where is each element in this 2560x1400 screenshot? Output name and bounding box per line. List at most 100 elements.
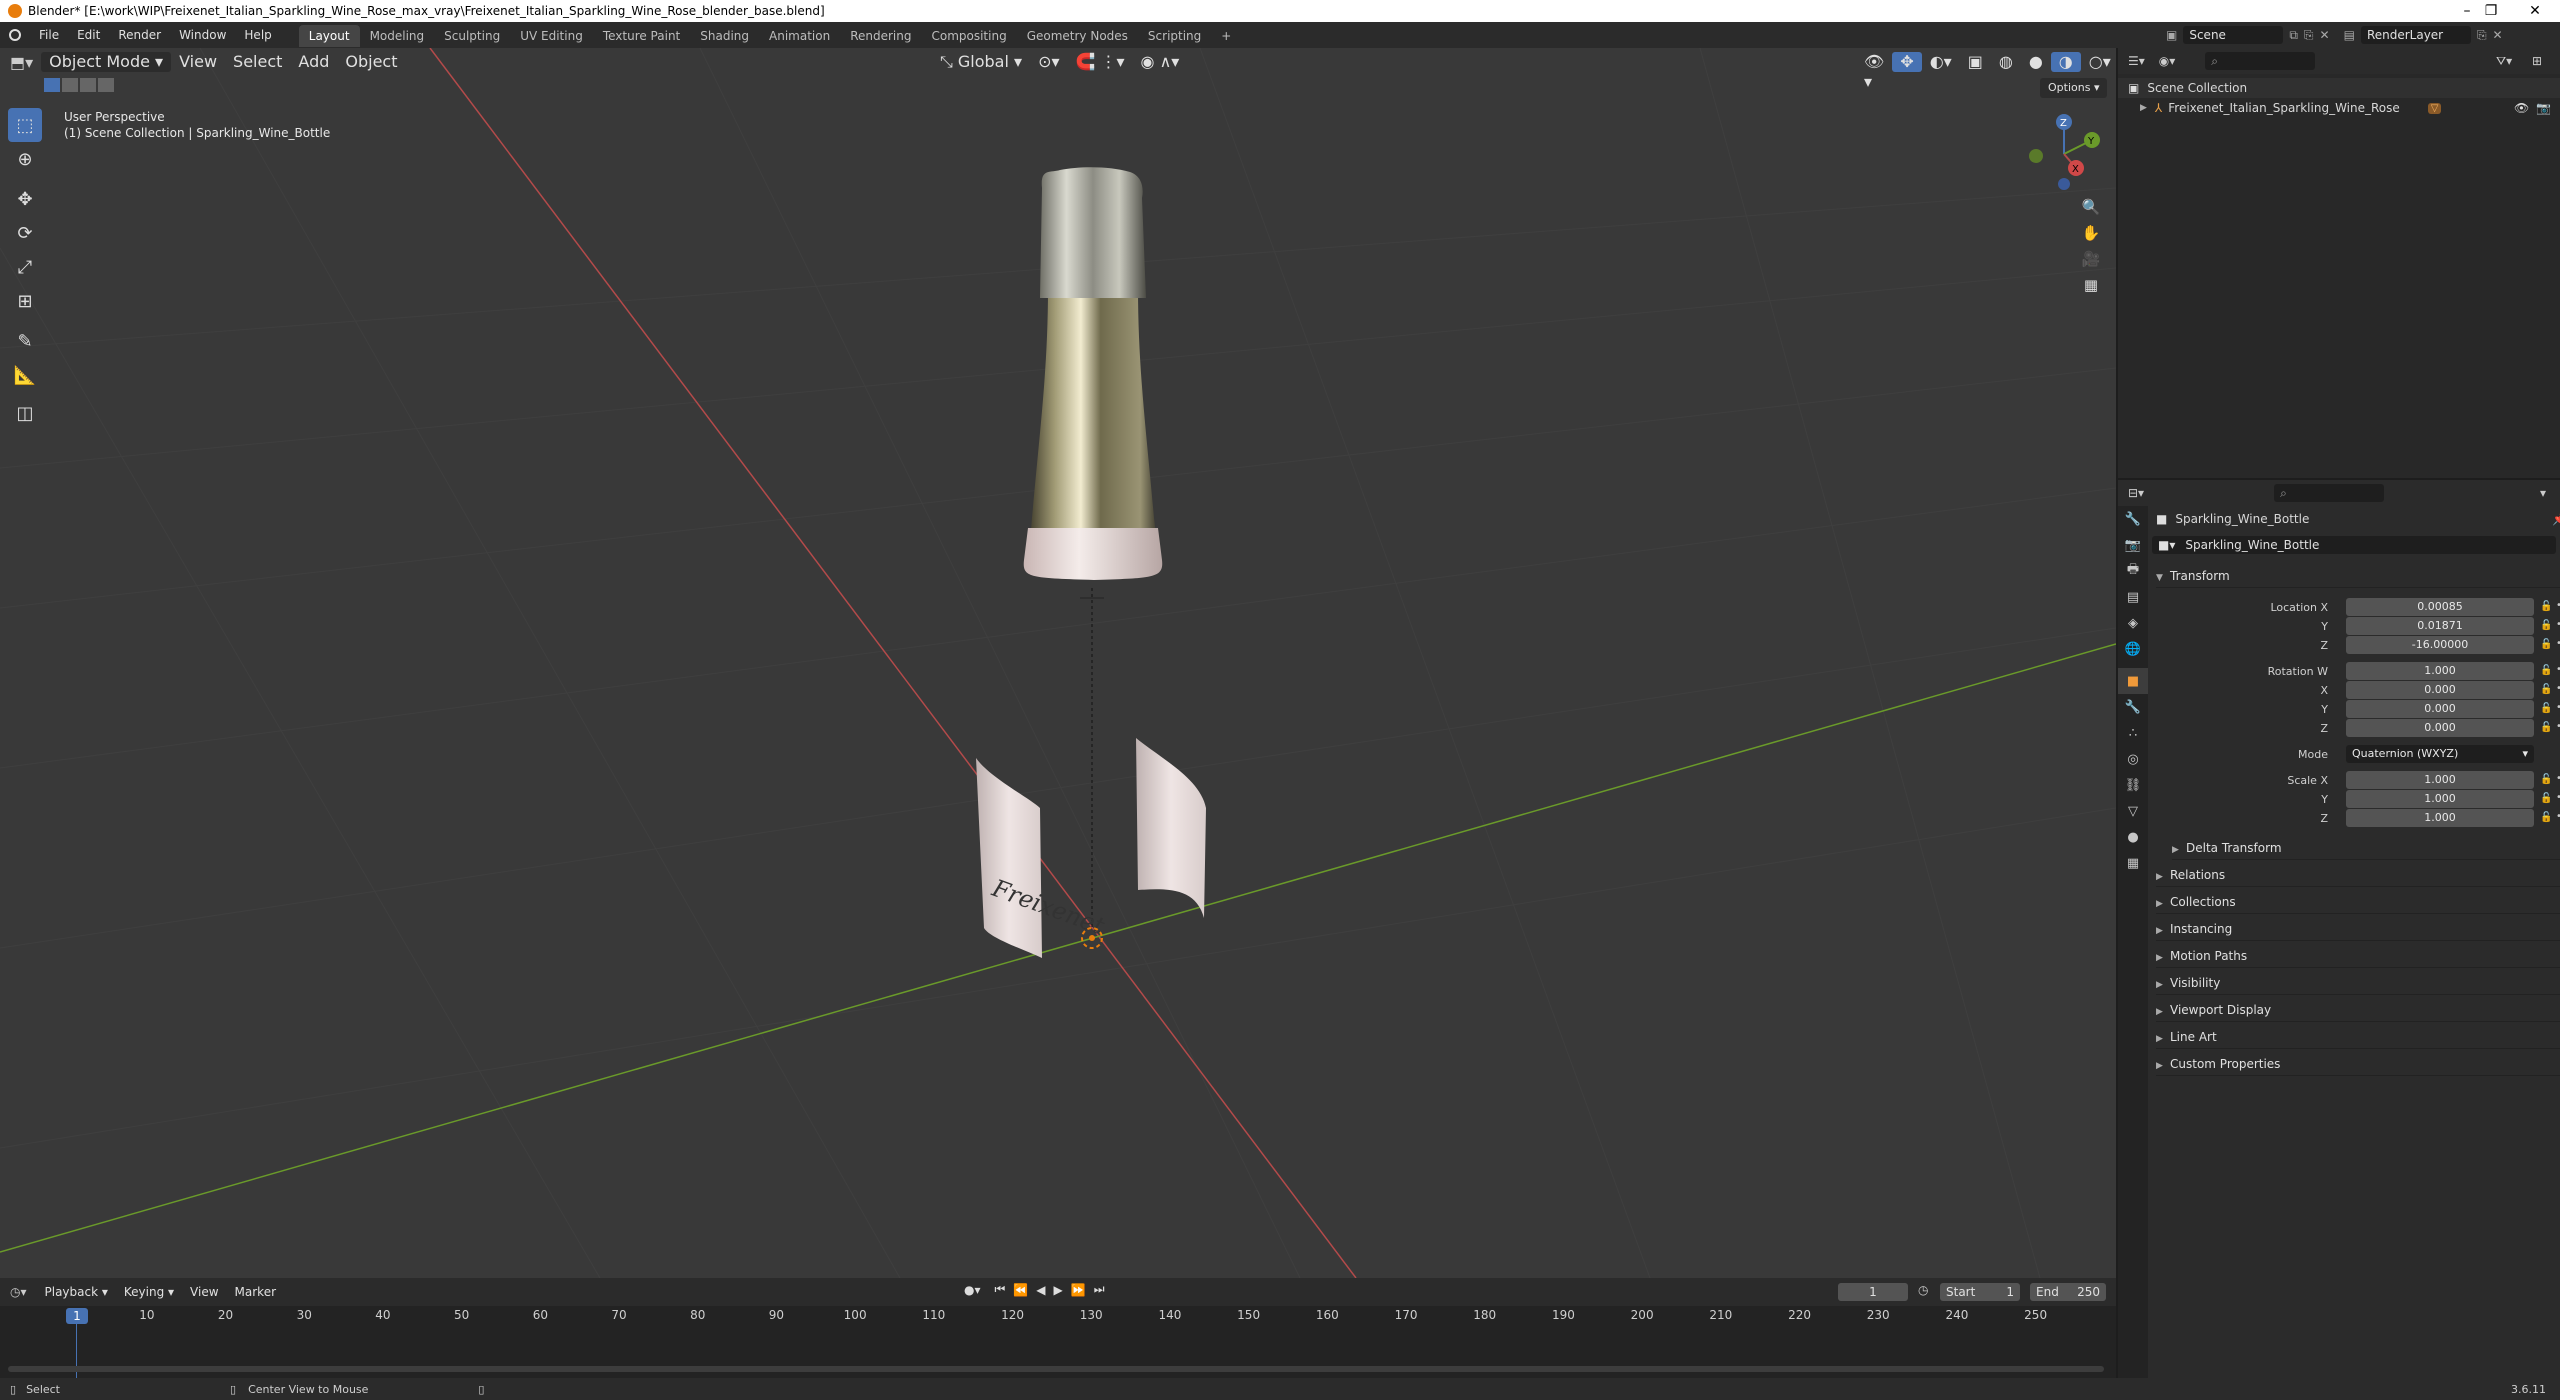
world-tab-icon[interactable]: 🌐 <box>2118 636 2148 662</box>
data-tab-icon[interactable]: ▽ <box>2118 798 2148 824</box>
panel-instancing[interactable]: ▶ Instancing <box>2156 917 2560 941</box>
scale-y-field[interactable]: 1.000 <box>2346 790 2534 808</box>
frame-ruler[interactable]: 10 20 30 40 50 60 70 80 90 100 110 120 130 140 150 160 1… <box>0 1278 2116 1338</box>
viewport-menu-view[interactable]: View <box>171 52 225 72</box>
tab-rendering[interactable]: Rendering <box>840 25 921 47</box>
lock-icon[interactable]: 🔓 <box>2540 620 2552 631</box>
keyframe-dot-icon[interactable]: • <box>2556 638 2560 649</box>
constraints-tab-icon[interactable]: ⛓ <box>2118 772 2148 798</box>
tab-shading[interactable]: Shading <box>690 25 759 47</box>
keyframe-dot-icon[interactable]: • <box>2556 702 2560 713</box>
panel-collections[interactable]: ▶ Collections <box>2156 890 2560 914</box>
options-dropdown[interactable]: Options ▾ <box>2040 78 2108 98</box>
filter-icon[interactable]: ⛛▾ <box>2496 54 2512 69</box>
viewport-menu-object[interactable]: Object <box>337 52 405 72</box>
expand-arrow-icon[interactable]: ▶ <box>2140 103 2147 113</box>
physics-tab-icon[interactable]: ◎ <box>2118 746 2148 772</box>
rotation-mode-dropdown[interactable]: Quaternion (WXYZ) ▾ <box>2346 745 2534 763</box>
particles-tab-icon[interactable]: ∴ <box>2118 720 2148 746</box>
delete-view-layer-icon[interactable]: ✕ <box>2493 28 2503 42</box>
output-tab-icon[interactable]: 🖶 <box>2118 558 2148 584</box>
transform-tool-icon[interactable]: ⊞ <box>8 284 42 318</box>
object-tab-icon[interactable]: ■ <box>2118 668 2148 694</box>
properties-editor-icon[interactable]: ⊟▾ <box>2128 486 2144 500</box>
material-tab-icon[interactable]: ● <box>2118 824 2148 850</box>
add-cube-tool-icon[interactable]: ◫ <box>8 396 42 430</box>
keyframe-dot-icon[interactable]: • <box>2556 773 2560 784</box>
tab-layout[interactable]: Layout <box>298 25 360 47</box>
tab-texture-paint[interactable]: Texture Paint <box>593 25 690 47</box>
scene-pin-icon[interactable]: ⧉ <box>2289 28 2298 43</box>
scale-tool-icon[interactable]: ⤢ <box>8 250 42 284</box>
gizmo-toggle-icon[interactable]: ✥ <box>1892 52 1922 72</box>
view-layer-selector[interactable]: RenderLayer <box>2360 26 2471 44</box>
pin-icon[interactable]: 📌 <box>2552 512 2560 526</box>
viewport-menu-select[interactable]: Select <box>225 52 290 72</box>
render-camera-icon[interactable]: 📷 <box>2536 101 2551 115</box>
annotate-tool-icon[interactable]: ✎ <box>8 324 42 358</box>
move-tool-icon[interactable]: ✥ <box>8 182 42 216</box>
orientation-dropdown[interactable]: ⤡ Global ▾ <box>932 52 1030 72</box>
view-layer-tab-icon[interactable]: ▤ <box>2118 584 2148 610</box>
select-new-icon[interactable] <box>44 78 60 92</box>
shading-rendered-icon[interactable]: ○▾ <box>2081 52 2116 72</box>
location-y-field[interactable]: 0.01871 <box>2346 617 2534 635</box>
panel-line-art[interactable]: ▶ Line Art <box>2156 1025 2560 1049</box>
scene-selector[interactable]: Scene <box>2183 26 2284 44</box>
rotation-x-field[interactable]: 0.000 <box>2346 681 2534 699</box>
transform-panel-header[interactable]: ▼ Transform <box>2156 564 2560 588</box>
new-view-layer-icon[interactable]: ⎘ <box>2477 28 2487 43</box>
close-button[interactable]: ✕ <box>2512 0 2558 22</box>
lock-icon[interactable]: 🔓 <box>2540 665 2552 676</box>
properties-options-icon[interactable]: ▾ <box>2540 486 2546 500</box>
delete-scene-icon[interactable]: ✕ <box>2320 28 2330 42</box>
pan-hand-icon[interactable]: ✋ <box>2078 220 2104 246</box>
snap-icon[interactable]: 🧲 ⋮▾ <box>1068 52 1133 72</box>
keyframe-dot-icon[interactable]: • <box>2556 792 2560 803</box>
delta-transform-subpanel[interactable]: ▶ Delta Transform <box>2172 836 2560 860</box>
viewport-menu-add[interactable]: Add <box>290 52 337 72</box>
tab-scripting[interactable]: Scripting <box>1138 25 1211 47</box>
keyframe-dot-icon[interactable]: • <box>2556 600 2560 611</box>
perspective-toggle-icon[interactable]: ▦ <box>2078 272 2104 298</box>
scene-tab-icon[interactable]: ◈ <box>2118 610 2148 636</box>
location-x-field[interactable]: 0.00085 <box>2346 598 2534 616</box>
shading-solid-icon[interactable]: ● <box>2021 52 2051 72</box>
outliner-scene-collection[interactable]: ▣ Scene Collection <box>2118 78 2560 98</box>
keyframe-dot-icon[interactable]: • <box>2556 664 2560 675</box>
lock-icon[interactable]: 🔓 <box>2540 722 2552 733</box>
outliner-object-row[interactable]: ▶ ⅄ Freixenet_Italian_Sparkling_Wine_Ros… <box>2118 98 2560 118</box>
new-collection-icon[interactable]: ⊞ <box>2532 54 2542 68</box>
menu-edit[interactable]: Edit <box>68 22 109 48</box>
tab-compositing[interactable]: Compositing <box>921 25 1016 47</box>
keyframe-dot-icon[interactable]: • <box>2556 811 2560 822</box>
menu-window[interactable]: Window <box>170 22 235 48</box>
zoom-icon[interactable]: 🔍 <box>2078 194 2104 220</box>
panel-relations[interactable]: ▶ Relations <box>2156 863 2560 887</box>
rotation-y-field[interactable]: 0.000 <box>2346 700 2534 718</box>
pivot-icon[interactable]: ⊙▾ <box>1030 52 1067 72</box>
blender-menu-icon[interactable] <box>0 29 30 41</box>
rotation-z-field[interactable]: 0.000 <box>2346 719 2534 737</box>
rotation-w-field[interactable]: 1.000 <box>2346 662 2534 680</box>
modifier-tab-icon[interactable]: 🔧 <box>2118 694 2148 720</box>
lock-icon[interactable]: 🔓 <box>2540 703 2552 714</box>
scale-z-field[interactable]: 1.000 <box>2346 809 2534 827</box>
tab-animation[interactable]: Animation <box>759 25 840 47</box>
lock-icon[interactable]: 🔓 <box>2540 812 2552 823</box>
editor-type-icon[interactable]: ⬒▾ <box>10 53 33 72</box>
overlay-icon[interactable]: ◐▾ <box>1922 52 1960 72</box>
tab-uv-editing[interactable]: UV Editing <box>510 25 593 47</box>
tab-geometry-nodes[interactable]: Geometry Nodes <box>1017 25 1138 47</box>
visibility-eye-icon[interactable]: 👁 <box>2514 101 2529 115</box>
navigation-gizmo[interactable]: Z Y X <box>2020 110 2100 190</box>
properties-editor[interactable]: ⊟▾ ⌕ ▾ 🔧 📷 🖶 ▤ ◈ 🌐 ■ 🔧 ∴ ◎ ⛓ ▽ ● ▦ ■ Spa… <box>2118 480 2560 1378</box>
tab-sculpting[interactable]: Sculpting <box>434 25 510 47</box>
select-intersect-icon[interactable] <box>98 78 114 92</box>
select-subtract-icon[interactable] <box>80 78 96 92</box>
visibility-icon[interactable]: 👁▾ <box>1856 52 1892 91</box>
shading-wireframe-icon[interactable]: ◍ <box>1991 52 2021 72</box>
lock-icon[interactable]: 🔓 <box>2540 684 2552 695</box>
lock-icon[interactable]: 🔓 <box>2540 639 2552 650</box>
outliner-editor-icon[interactable]: ☰▾ <box>2128 54 2145 68</box>
